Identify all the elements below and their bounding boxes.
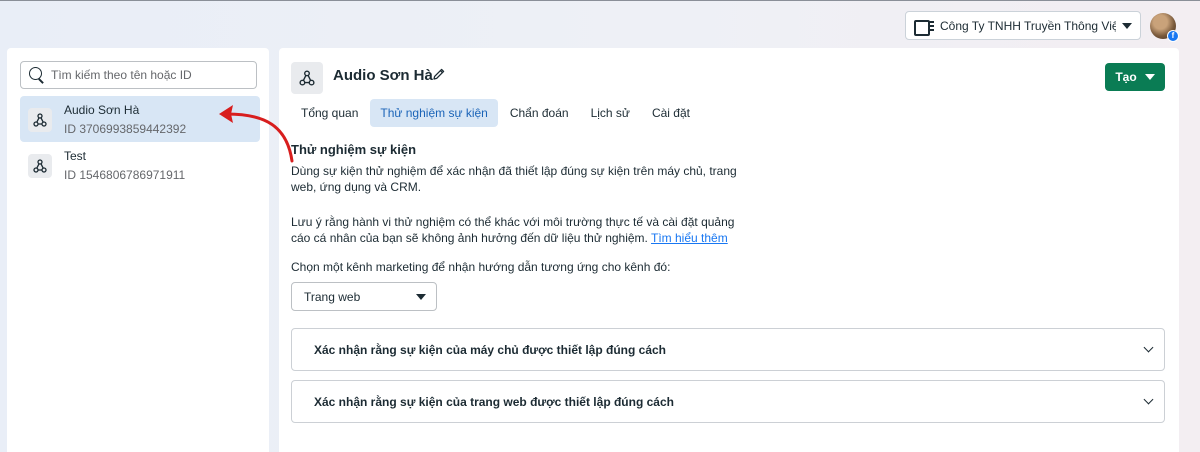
annotation-arrow-icon bbox=[219, 105, 294, 163]
description-text: Dùng sự kiện thử nghiệm để xác nhận đã t… bbox=[291, 164, 737, 194]
dataset-icon bbox=[28, 108, 52, 132]
tab-test-events[interactable]: Thử nghiệm sự kiện bbox=[370, 99, 498, 127]
search-input[interactable] bbox=[51, 68, 241, 82]
page-title: Audio Sơn Hà bbox=[333, 67, 433, 84]
profile-avatar[interactable]: f bbox=[1150, 13, 1179, 42]
accordion-server-events[interactable]: Xác nhận rằng sự kiện của máy chủ được t… bbox=[291, 328, 1165, 371]
dataset-detail-panel: Audio Sơn Hà Tạo Tổng quan Thử nghiệm sự… bbox=[279, 48, 1179, 452]
tab-history[interactable]: Lịch sử bbox=[581, 99, 640, 127]
facebook-badge-icon: f bbox=[1167, 30, 1179, 42]
dataset-id: ID 1546806786971911 bbox=[64, 168, 186, 182]
create-button-label: Tạo bbox=[1115, 70, 1137, 84]
business-account-selector[interactable]: Công Ty TNHH Truyền Thông Việ... bbox=[905, 11, 1141, 40]
note-text: Lưu ý rằng hành vi thử nghiệm có thể khá… bbox=[291, 214, 756, 246]
dataset-search[interactable] bbox=[20, 61, 257, 89]
caret-down-icon bbox=[1122, 22, 1132, 29]
caret-down-icon bbox=[416, 293, 426, 300]
search-icon bbox=[29, 67, 45, 83]
section-title: Thử nghiệm sự kiện bbox=[291, 142, 417, 157]
accordion-web-events[interactable]: Xác nhận rằng sự kiện của trang web được… bbox=[291, 380, 1165, 423]
create-button[interactable]: Tạo bbox=[1105, 63, 1165, 91]
caret-down-icon bbox=[1144, 74, 1155, 80]
channel-prompt: Chọn một kênh marketing để nhận hướng dẫ… bbox=[291, 260, 671, 274]
accordion-label: Xác nhận rằng sự kiện của máy chủ được t… bbox=[314, 342, 666, 357]
dataset-name: Audio Sơn Hà bbox=[64, 103, 140, 117]
chevron-down-icon bbox=[1143, 342, 1154, 353]
tab-settings[interactable]: Cài đặt bbox=[642, 99, 700, 127]
learn-more-link[interactable]: Tìm hiểu thêm bbox=[651, 231, 728, 245]
business-manager-icon bbox=[914, 19, 934, 36]
dataset-id: ID 3706993859442392 bbox=[64, 122, 187, 136]
dataset-icon bbox=[291, 62, 323, 94]
dataset-name: Test bbox=[64, 149, 87, 163]
channel-selected-value: Trang web bbox=[304, 289, 361, 304]
accordion-label: Xác nhận rằng sự kiện của trang web được… bbox=[314, 394, 674, 409]
dataset-icon bbox=[28, 154, 52, 178]
tab-diagnostics[interactable]: Chẩn đoán bbox=[500, 99, 579, 127]
channel-dropdown[interactable]: Trang web bbox=[291, 282, 437, 311]
top-bar: Công Ty TNHH Truyền Thông Việ... f bbox=[0, 0, 1200, 48]
tab-bar: Tổng quan Thử nghiệm sự kiện Chẩn đoán L… bbox=[291, 99, 700, 127]
business-account-name: Công Ty TNHH Truyền Thông Việ... bbox=[940, 18, 1116, 33]
chevron-down-icon bbox=[1143, 394, 1154, 405]
pencil-icon[interactable] bbox=[432, 67, 446, 81]
